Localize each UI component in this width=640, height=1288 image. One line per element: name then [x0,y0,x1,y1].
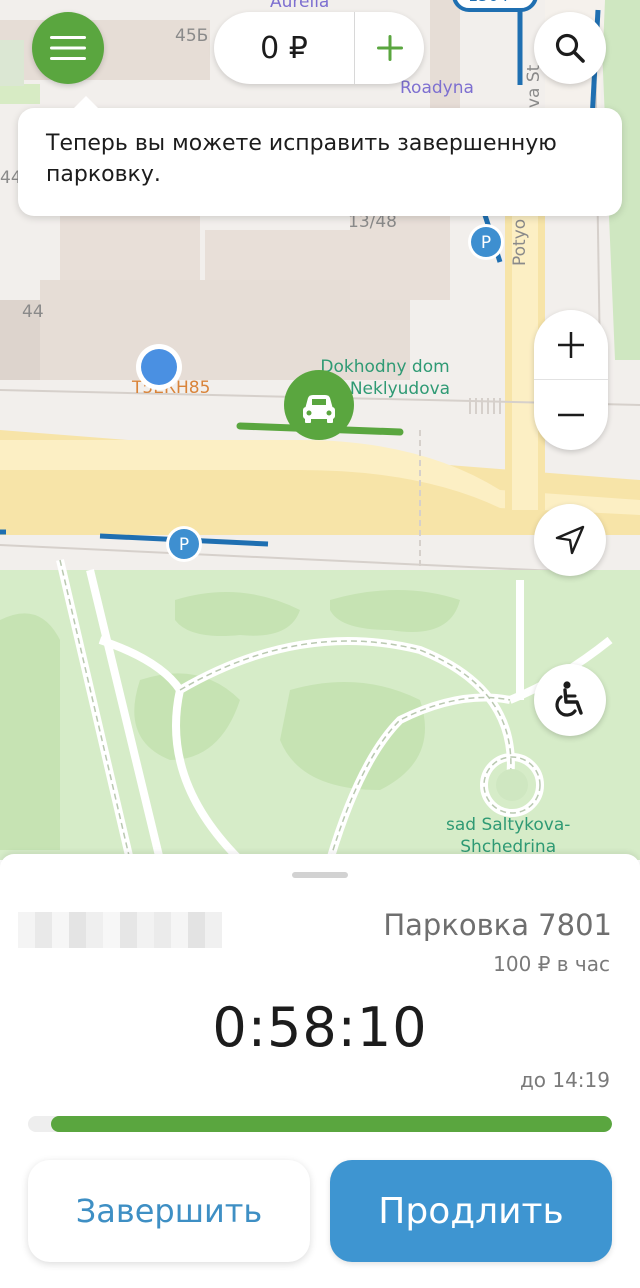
hamburger-icon [50,36,86,60]
session-progress-fill [51,1116,612,1132]
map-label-45b: 45Б [175,26,209,46]
map-label-aurelia: Aurelia [270,0,330,12]
map-label-street: va St [524,64,544,108]
balance-amount[interactable]: 0 ₽ [214,31,354,66]
session-progress-bar [28,1116,612,1132]
car-icon[interactable] [283,369,355,441]
map-label-potyomkinskaya: Potyo [510,218,530,266]
parking-marker-icon[interactable]: P [466,222,506,262]
finish-parking-button[interactable]: Завершить [28,1160,310,1262]
tooltip-arrow [73,96,99,109]
search-icon [555,33,585,63]
map-zone-badge[interactable]: 1504 [468,0,509,5]
zone-rate: 100 ₽ в час [493,952,610,976]
parking-marker-icon[interactable]: P [164,524,204,564]
balance-pill: 0 ₽ [214,12,424,84]
license-plate-blurred [18,912,224,948]
add-funds-button[interactable] [355,12,424,84]
zoom-divider [534,379,608,380]
wheelchair-icon [555,681,583,717]
zone-title: Парковка 7801 [383,908,612,942]
zoom-in-icon [558,332,584,358]
parking-session-sheet: Парковка 7801 100 ₽ в час 0:58:10 до 14:… [0,854,640,1288]
accessibility-button[interactable] [534,664,606,736]
search-button[interactable] [534,12,606,84]
plus-icon [376,35,403,61]
map-label-44: 44 [22,302,44,322]
svg-text:P: P [481,233,491,253]
tooltip[interactable]: Теперь вы можете исправить завершенную п… [18,96,622,216]
current-location-dot [136,344,182,390]
zoom-control [534,310,608,450]
session-timer: 0:58:10 [212,996,428,1059]
map-label-sad-line1: sad Saltykova- [446,815,571,835]
sheet-drag-handle[interactable] [292,872,348,878]
menu-button[interactable] [32,12,104,84]
zoom-out-icon [558,413,584,417]
map-label-sad-saltykova: sad Saltykova- Shchedrina [446,814,570,858]
tooltip-text: Теперь вы можете исправить завершенную п… [46,131,557,187]
zoom-in-button[interactable] [534,310,608,380]
extend-parking-button[interactable]: Продлить [330,1160,612,1262]
my-location-button[interactable] [534,504,606,576]
navigation-arrow-icon [555,525,585,555]
session-end-time: до 14:19 [519,1068,610,1092]
svg-text:P: P [179,535,189,555]
